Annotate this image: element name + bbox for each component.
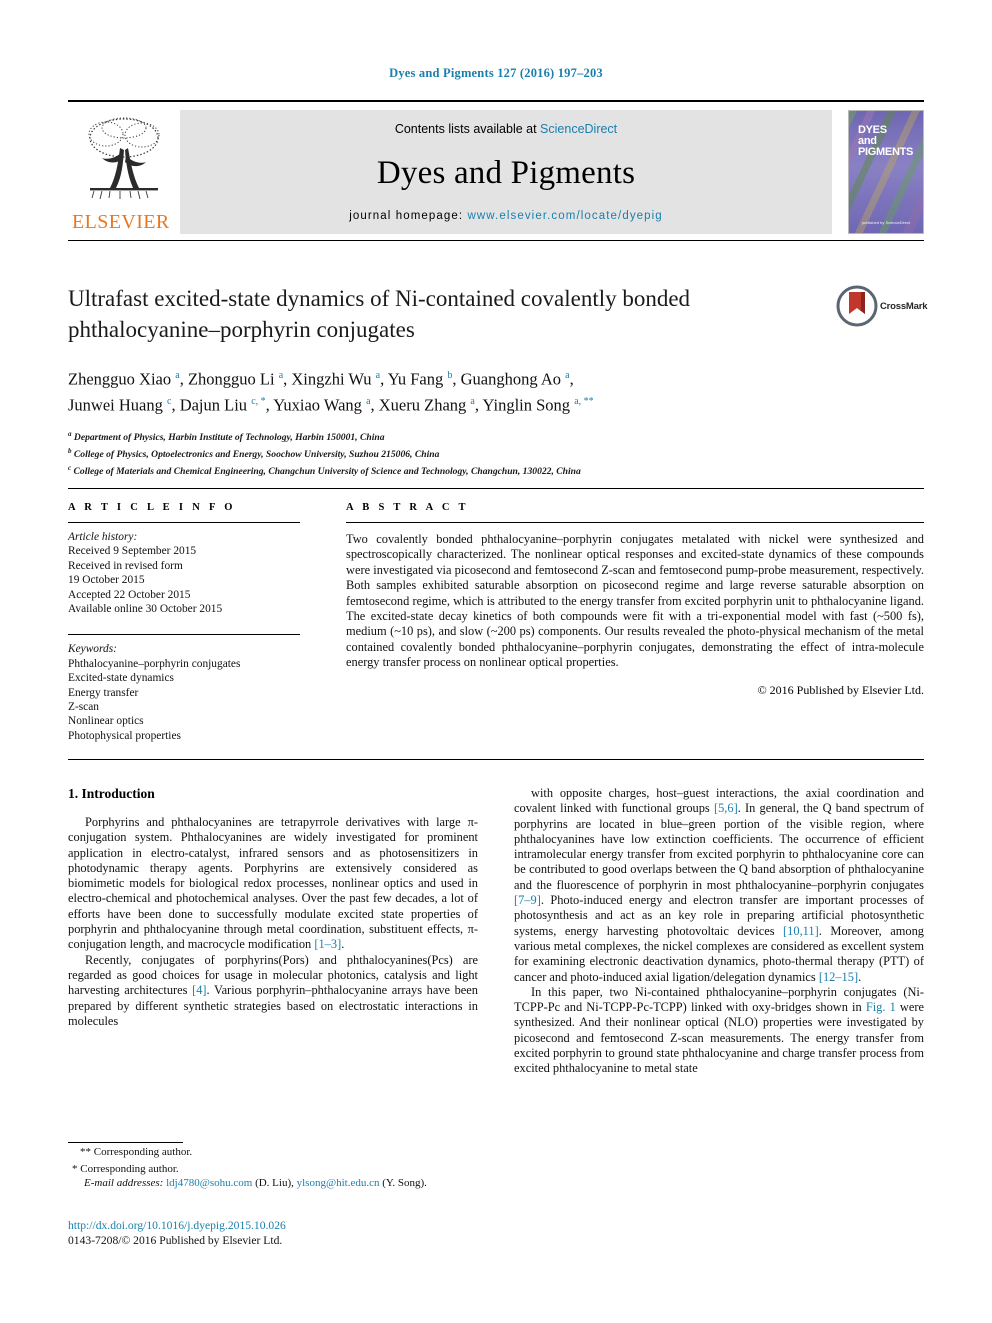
article-info-heading: A R T I C L E I N F O xyxy=(68,502,236,513)
author-line-2: Junwei Huang c, Dajun Liu c, *, Yuxiao W… xyxy=(68,395,594,414)
keyword-item: Energy transfer xyxy=(68,686,139,699)
affiliation-b: b College of Physics, Optoelectronics an… xyxy=(68,446,440,460)
running-head: Dyes and Pigments 127 (2016) 197–203 xyxy=(389,66,603,80)
paper-page: Dyes and Pigments 127 (2016) 197–203 ELS… xyxy=(0,0,992,1323)
paragraph: Porphyrins and phthalocyanines are tetra… xyxy=(68,815,478,952)
keywords-block: Keywords: Phthalocyanine–porphyrin conju… xyxy=(68,634,300,743)
cover-title-text: DYES and PIGMENTS xyxy=(858,125,913,158)
keyword-item: Excited-state dynamics xyxy=(68,672,174,685)
history-item: Accepted 22 October 2015 xyxy=(68,588,191,601)
body-left-column: 1. Introduction Porphyrins and phthalocy… xyxy=(68,786,478,1077)
paragraph: In this paper, two Ni-contained phthaloc… xyxy=(514,984,925,1076)
band-bottom-rule xyxy=(68,759,924,761)
footer-doi-block: http://dx.doi.org/10.1016/j.dyepig.2015.… xyxy=(68,1218,498,1248)
email-name-liu: (D. Liu), xyxy=(255,1177,294,1189)
keyword-item: Phthalocyanine–porphyrin conjugates xyxy=(68,657,241,670)
footnote-block: ** Corresponding author. * Corresponding… xyxy=(68,1142,478,1191)
abstract-column: A B S T R A C T Two covalently bonded ph… xyxy=(346,502,924,743)
abstract-copyright: © 2016 Published by Elsevier Ltd. xyxy=(757,682,924,697)
masthead-center-panel: Contents lists available at ScienceDirec… xyxy=(180,110,832,234)
abstract-text: Two covalently bonded phthalocyanine–por… xyxy=(346,532,924,670)
email-link-liu[interactable]: ldj4780@sohu.com xyxy=(166,1177,252,1189)
section-heading-introduction: 1. Introduction xyxy=(68,786,155,801)
email-link-song[interactable]: ylsong@hit.edu.cn xyxy=(297,1177,380,1189)
email-name-song: (Y. Song). xyxy=(382,1177,427,1189)
cover-title-line-3: PIGMENTS xyxy=(858,146,914,158)
sciencedirect-link[interactable]: ScienceDirect xyxy=(540,122,617,136)
article-history-label: Article history: xyxy=(68,531,138,543)
footnote-rule xyxy=(68,1142,183,1143)
keyword-item: Z-scan xyxy=(68,701,99,714)
journal-homepage-line: journal homepage: www.elsevier.com/locat… xyxy=(349,210,663,222)
article-info-rule xyxy=(68,522,300,523)
article-history-block: Article history: Received 9 September 20… xyxy=(68,530,300,616)
crossmark-badge[interactable]: CrossMark xyxy=(836,285,928,331)
history-item: Available online 30 October 2015 xyxy=(68,603,223,616)
body-columns: 1. Introduction Porphyrins and phthalocy… xyxy=(68,786,924,1077)
history-item: 19 October 2015 xyxy=(68,574,145,587)
email-label: E-mail addresses: xyxy=(84,1177,164,1189)
band-top-rule xyxy=(68,488,924,489)
homepage-url-link[interactable]: www.elsevier.com/locate/dyepig xyxy=(467,210,662,222)
title-block: Ultrafast excited-state dynamics of Ni-c… xyxy=(68,283,928,478)
info-abstract-band: A R T I C L E I N F O Article history: R… xyxy=(68,488,924,761)
journal-masthead: ELSEVIER Contents lists available at Sci… xyxy=(68,100,924,241)
keyword-item: Nonlinear optics xyxy=(68,715,144,728)
footnote-corresponding-double: ** Corresponding author. xyxy=(80,1146,193,1158)
article-info-column: A R T I C L E I N F O Article history: R… xyxy=(68,502,300,743)
elsevier-wordmark: ELSEVIER xyxy=(72,211,170,233)
elsevier-logo: ELSEVIER xyxy=(68,110,180,234)
history-item: Received 9 September 2015 xyxy=(68,545,197,558)
doi-link[interactable]: http://dx.doi.org/10.1016/j.dyepig.2015.… xyxy=(68,1218,498,1233)
author-line-1: Zhengguo Xiao a, Zhongguo Li a, Xingzhi … xyxy=(68,369,574,389)
crossmark-icon xyxy=(836,285,878,327)
journal-title: Dyes and Pigments xyxy=(376,154,636,191)
masthead-top-rule xyxy=(68,100,924,102)
crossmark-label: CrossMark xyxy=(880,301,928,312)
keyword-item: Photophysical properties xyxy=(68,729,181,742)
abstract-rule xyxy=(346,522,924,523)
contents-available-line: Contents lists available at ScienceDirec… xyxy=(395,122,617,136)
body-right-column: with opposite charges, host–guest intera… xyxy=(514,786,924,1077)
masthead-bottom-rule xyxy=(68,240,924,241)
affiliation-list: a Department of Physics, Harbin Institut… xyxy=(68,428,924,478)
issn-copyright: 0143-7208/© 2016 Published by Elsevier L… xyxy=(68,1234,283,1247)
abstract-heading: A B S T R A C T xyxy=(346,502,469,513)
elsevier-tree-icon xyxy=(88,117,160,200)
homepage-prefix: journal homepage: xyxy=(349,210,468,222)
history-item: Received in revised form xyxy=(68,559,183,572)
footnote-corresponding-single: * Corresponding author. xyxy=(72,1162,179,1175)
affiliation-a: a Department of Physics, Harbin Institut… xyxy=(68,430,385,444)
keywords-top-rule xyxy=(68,634,300,636)
footnote-emails: E-mail addresses: ldj4780@sohu.com (D. L… xyxy=(84,1176,478,1191)
author-list: Zhengguo Xiao a, Zhongguo Li a, Xingzhi … xyxy=(68,365,858,416)
journal-cover-thumbnail: DYES and PIGMENTS published by ScienceDi… xyxy=(848,110,924,234)
page-title: Ultrafast excited-state dynamics of Ni-c… xyxy=(68,286,691,342)
contents-prefix: Contents lists available at xyxy=(394,122,541,136)
paragraph: with opposite charges, host–guest intera… xyxy=(514,786,925,984)
affiliation-c: c College of Materials and Chemical Engi… xyxy=(68,463,581,477)
cover-footer-text: published by ScienceDirect xyxy=(861,220,911,225)
paragraph: Recently, conjugates of porphyrins(Pors)… xyxy=(68,952,478,1028)
keywords-label: Keywords: xyxy=(68,643,117,656)
